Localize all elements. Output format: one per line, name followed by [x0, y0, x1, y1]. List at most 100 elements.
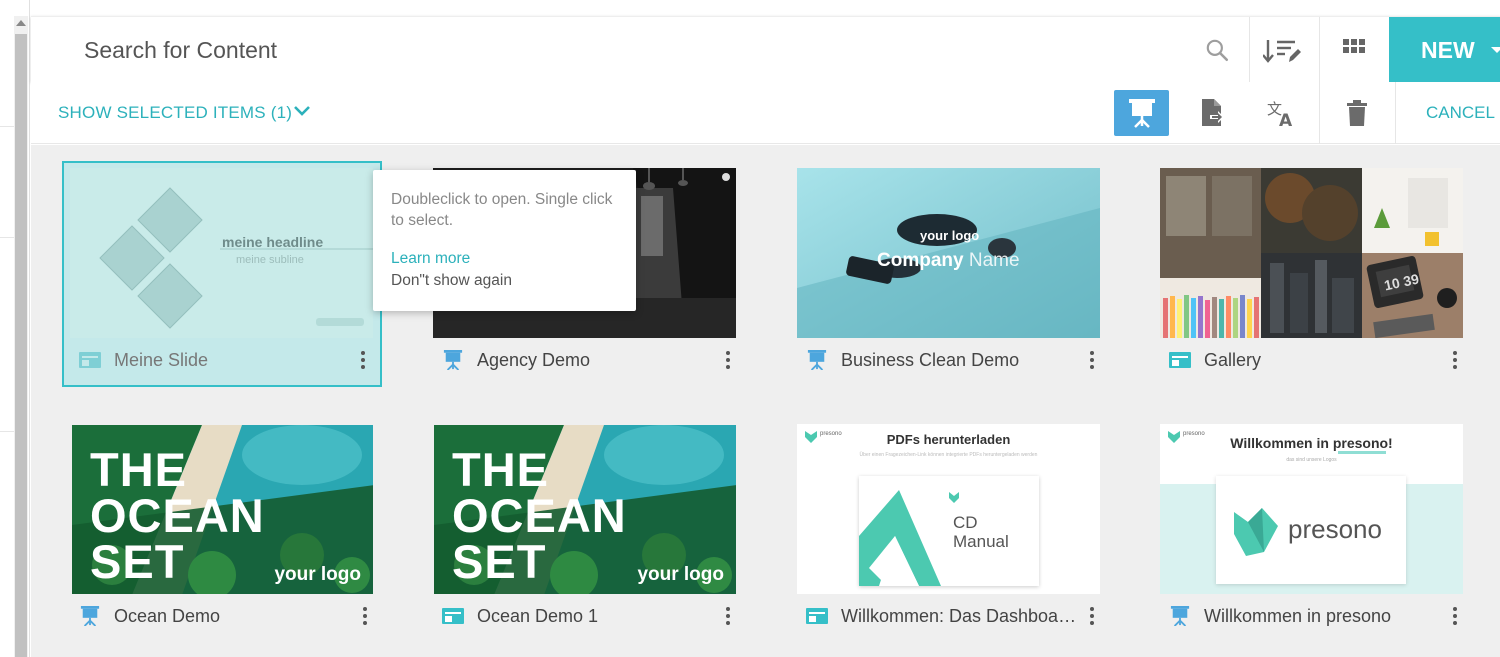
file-move-icon: [1201, 99, 1224, 126]
more-vert-icon[interactable]: [1452, 605, 1458, 627]
more-vert-icon[interactable]: [1089, 605, 1095, 627]
presentation-icon: [443, 350, 463, 370]
card-title: Ocean Demo 1: [477, 605, 599, 626]
thumb-subtext: Über einen Fragezeichen-Link können inte…: [859, 452, 1038, 458]
card-thumbnail[interactable]: your logo Company Name: [797, 168, 1100, 338]
toolbar-divider: [1319, 82, 1320, 144]
thumb-title-line: OCEAN: [90, 489, 265, 542]
thumb-logo-card: presono: [1216, 476, 1406, 584]
left-panel-scrollbar[interactable]: [0, 0, 30, 657]
thumb-doc-line: Manual: [953, 532, 1009, 551]
presentation-icon: [1128, 99, 1155, 128]
more-vert-icon[interactable]: [1452, 349, 1458, 371]
thumb-doc-line: CD: [953, 513, 978, 532]
search-bar: Search for Content NEW: [31, 16, 1500, 83]
dont-show-again-link[interactable]: Don"t show again: [391, 272, 618, 290]
new-button-label: NEW: [1421, 36, 1475, 63]
content-card[interactable]: THE OCEAN SET your logo Ocean Demo 1: [425, 417, 745, 643]
thumb-heading: PDFs herunterladen: [886, 432, 1011, 447]
card-title-row: Agency Demo: [441, 348, 590, 372]
thumb-company: Company: [877, 250, 964, 271]
presentation-icon: [1170, 606, 1190, 626]
card-title: Ocean Demo: [114, 605, 221, 626]
card-title: Willkommen: Das Dashboa…: [841, 605, 1077, 626]
presentation-icon: [80, 606, 100, 626]
thumb-name: Name: [968, 250, 1020, 271]
presentation-icon: [807, 350, 827, 370]
thumb-title: THE OCEAN SET: [90, 443, 265, 585]
card-thumbnail[interactable]: presono Willkommen in presono! das sind …: [1160, 424, 1463, 594]
card-title-row: Willkommen in presono: [1168, 604, 1391, 628]
card-title: Willkommen in presono: [1204, 605, 1392, 626]
presentation-tool-button[interactable]: [1114, 90, 1169, 136]
svg-text:A: A: [1279, 111, 1293, 127]
toolbar-divider: [1249, 17, 1250, 83]
thumb-company-row: Company Name: [877, 250, 1020, 272]
slide-icon: [1169, 352, 1191, 368]
more-vert-icon[interactable]: [1089, 349, 1095, 371]
slide-thumbnail-art: [70, 168, 373, 338]
slide-icon: [806, 608, 828, 624]
content-card[interactable]: 10 39 Gallery: [1152, 161, 1472, 387]
more-vert-icon[interactable]: [360, 349, 366, 371]
thumb-heading-underline: [1338, 451, 1386, 454]
toolbar-divider: [1319, 17, 1320, 83]
more-vert-icon[interactable]: [362, 605, 368, 627]
translate-button[interactable]: 文 A: [1253, 90, 1308, 136]
new-dropdown-caret-icon[interactable]: [1491, 47, 1500, 53]
top-strip: [30, 0, 1500, 16]
thumb-heading: Willkommen in presono!: [1230, 435, 1393, 451]
content-grid: meine headline meine subline Meine Slide: [31, 145, 1500, 657]
thumb-title-line: SET: [452, 535, 547, 588]
scrollbar-thumb[interactable]: [15, 34, 27, 657]
card-title: Gallery: [1204, 349, 1262, 370]
trash-icon: [1346, 100, 1367, 126]
card-thumbnail[interactable]: THE OCEAN SET your logo: [72, 425, 373, 594]
thumb-title-line: THE: [90, 443, 187, 496]
card-title-row: Willkommen: Das Dashboa…: [805, 604, 1076, 628]
content-card[interactable]: presono Willkommen in presono! das sind …: [1152, 417, 1472, 643]
move-file-button[interactable]: [1184, 90, 1239, 136]
thumb-headline: meine headline: [222, 234, 324, 250]
card-title: Agency Demo: [477, 349, 591, 370]
card-thumbnail[interactable]: THE OCEAN SET your logo: [434, 425, 736, 594]
toolbar-divider: [1395, 82, 1396, 144]
thumb-logo-text: presono: [1288, 514, 1382, 544]
slide-icon: [79, 352, 101, 368]
thumb-document-card: CD Manual: [859, 476, 1039, 586]
grid-view-icon[interactable]: [1343, 39, 1365, 61]
cd-manual-art: [859, 490, 959, 586]
left-divider: [0, 431, 14, 432]
card-title-row: Ocean Demo 1: [441, 604, 598, 628]
card-thumbnail[interactable]: meine headline meine subline: [70, 168, 373, 338]
content-card[interactable]: your logo Company Name Business Clean De…: [789, 161, 1109, 387]
card-title-row: Meine Slide: [78, 348, 208, 372]
card-thumbnail[interactable]: 10 39: [1160, 168, 1463, 338]
tooltip-text: Doubleclick to open. Single click to sel…: [391, 191, 613, 229]
content-card[interactable]: presono PDFs herunterladen Über einen Fr…: [789, 417, 1109, 643]
content-card[interactable]: THE OCEAN SET your logo Ocean Demo: [62, 417, 382, 643]
search-icon[interactable]: [1204, 37, 1230, 63]
more-vert-icon[interactable]: [725, 605, 731, 627]
chevron-down-icon[interactable]: [293, 104, 311, 118]
content-card[interactable]: meine headline meine subline Meine Slide: [62, 161, 382, 387]
cancel-button[interactable]: CANCEL: [1426, 103, 1495, 123]
new-button[interactable]: NEW: [1389, 17, 1500, 83]
more-vert-icon[interactable]: [725, 349, 731, 371]
thumb-title: THE OCEAN SET: [452, 446, 627, 588]
sort-edit-icon[interactable]: [1263, 37, 1303, 65]
search-input[interactable]: Search for Content: [84, 37, 277, 64]
card-title-row: Gallery: [1168, 348, 1261, 372]
card-title: Meine Slide: [114, 349, 209, 370]
gallery-thumbnail-art: [1160, 168, 1463, 338]
show-selected-items-button[interactable]: SHOW SELECTED ITEMS (1): [58, 103, 292, 123]
thumb-doc-title: CD Manual: [953, 513, 1009, 551]
card-thumbnail[interactable]: presono PDFs herunterladen Über einen Fr…: [797, 424, 1100, 594]
translate-icon: 文 A: [1267, 100, 1293, 127]
delete-button[interactable]: [1329, 90, 1384, 136]
thumb-logo-text: your logo: [274, 564, 361, 585]
left-divider: [0, 126, 14, 127]
scroll-up-arrow-icon[interactable]: [16, 20, 26, 26]
card-title-row: Ocean Demo: [78, 604, 220, 628]
learn-more-link[interactable]: Learn more: [391, 250, 618, 268]
